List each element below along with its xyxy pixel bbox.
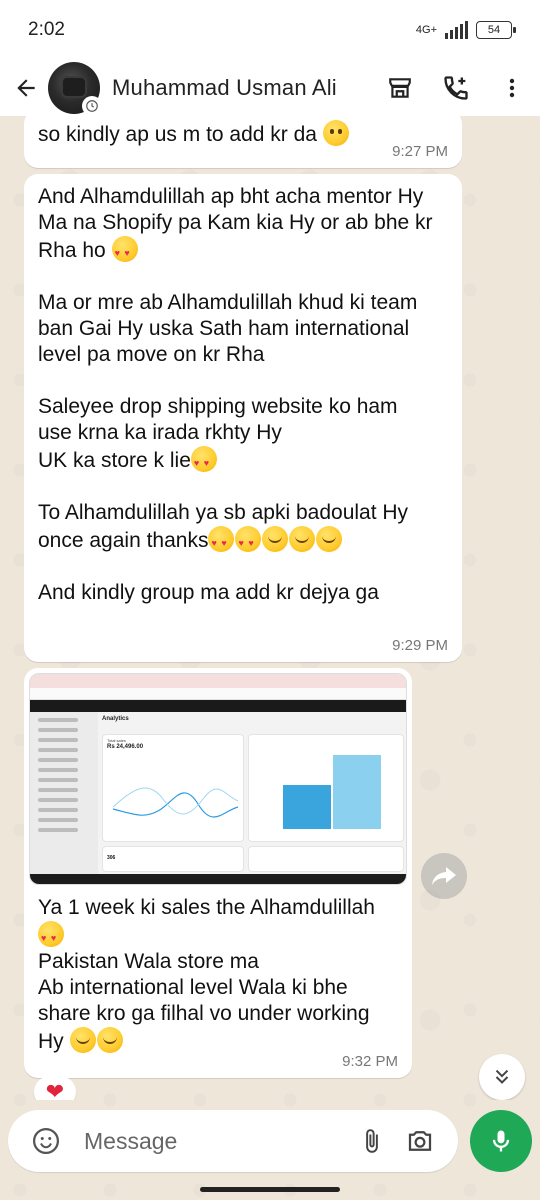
status-bar: 2:02 4G+ 54 — [0, 0, 540, 60]
network-type: 4G+ — [415, 24, 437, 36]
phone-add-icon — [444, 76, 468, 100]
red-heart-icon: ❤ — [45, 1079, 65, 1100]
paperclip-icon — [366, 1129, 378, 1153]
smiling-hearts-emoji-icon — [190, 446, 217, 476]
screenshot-page-title: Analytics — [102, 716, 129, 722]
status-icons: 4G+ 54 — [415, 21, 516, 39]
battery-icon: 54 — [476, 21, 516, 39]
camera-icon — [408, 1131, 432, 1151]
microphone-icon — [492, 1130, 510, 1152]
smiling-hearts-emoji-icon — [38, 921, 64, 951]
forward-icon — [432, 867, 456, 885]
more-options-button[interactable] — [484, 64, 540, 112]
status-time: 2:02 — [28, 19, 65, 40]
shared-screenshot-image[interactable]: Analytics Total sales Rs 24,496.00 306 — [29, 673, 407, 885]
screenshot-total-sales-value: Rs 24,496.00 — [107, 744, 144, 750]
message-bubble[interactable]: so kindly ap us m to add kr da 9:27 PM — [24, 116, 462, 168]
avatar[interactable] — [48, 62, 102, 116]
message-time: 9:32 PM — [342, 1053, 398, 1070]
storefront-icon — [389, 78, 411, 98]
camera-button[interactable] — [396, 1117, 444, 1165]
message-bubble[interactable]: And Alhamdulillah ap bht acha mentor Hy … — [24, 174, 462, 662]
contact-name[interactable]: Muhammad Usman Ali — [112, 75, 372, 101]
chat-header: Muhammad Usman Ali — [0, 60, 540, 116]
double-chevron-down-icon — [495, 1069, 509, 1084]
sad-face-emoji-icon — [322, 120, 349, 146]
blush-emoji-icon — [262, 526, 289, 552]
blush-emoji-icon — [316, 526, 343, 552]
reaction-badge[interactable]: ❤ — [34, 1076, 76, 1100]
add-call-button[interactable] — [428, 64, 484, 112]
emoji-icon — [33, 1128, 59, 1154]
message-text: Ya 1 week ki sales the Alhamdulillah Pak… — [29, 885, 407, 1055]
screenshot-sessions-value: 306 — [107, 855, 116, 861]
message-text: so kindly ap us m to add kr da — [38, 120, 448, 148]
message-list[interactable]: so kindly ap us m to add kr da 9:27 PM A… — [0, 116, 540, 1100]
shop-button[interactable] — [372, 64, 428, 112]
forward-button[interactable] — [421, 853, 467, 899]
voice-message-button[interactable] — [470, 1110, 532, 1172]
image-message-bubble[interactable]: Analytics Total sales Rs 24,496.00 306 Y… — [24, 668, 412, 1078]
scroll-to-bottom-button[interactable] — [479, 1054, 525, 1100]
home-indicator — [200, 1187, 340, 1192]
message-input[interactable]: Message — [84, 1128, 348, 1155]
screenshot-total-sales-label: Total sales — [107, 738, 126, 743]
status-ring-icon — [82, 96, 102, 116]
attach-button[interactable] — [348, 1117, 396, 1165]
smiling-hearts-emoji-icon — [208, 526, 235, 556]
signal-icon — [445, 21, 468, 39]
message-time: 9:29 PM — [392, 637, 448, 654]
back-button[interactable] — [6, 68, 46, 108]
blush-emoji-icon — [289, 526, 316, 552]
message-time: 9:27 PM — [392, 143, 448, 160]
smiling-hearts-emoji-icon — [235, 526, 262, 556]
emoji-button[interactable] — [22, 1117, 70, 1165]
heart-eyes-emoji-icon — [111, 236, 138, 266]
back-arrow-icon — [17, 79, 35, 97]
message-text: And Alhamdulillah ap bht acha mentor Hy … — [38, 184, 448, 606]
battery-level: 54 — [487, 24, 501, 36]
more-vert-icon — [509, 78, 515, 98]
blush-emoji-icon — [69, 1027, 96, 1053]
blush-emoji-icon — [96, 1027, 123, 1053]
message-composer: Message — [8, 1110, 458, 1172]
